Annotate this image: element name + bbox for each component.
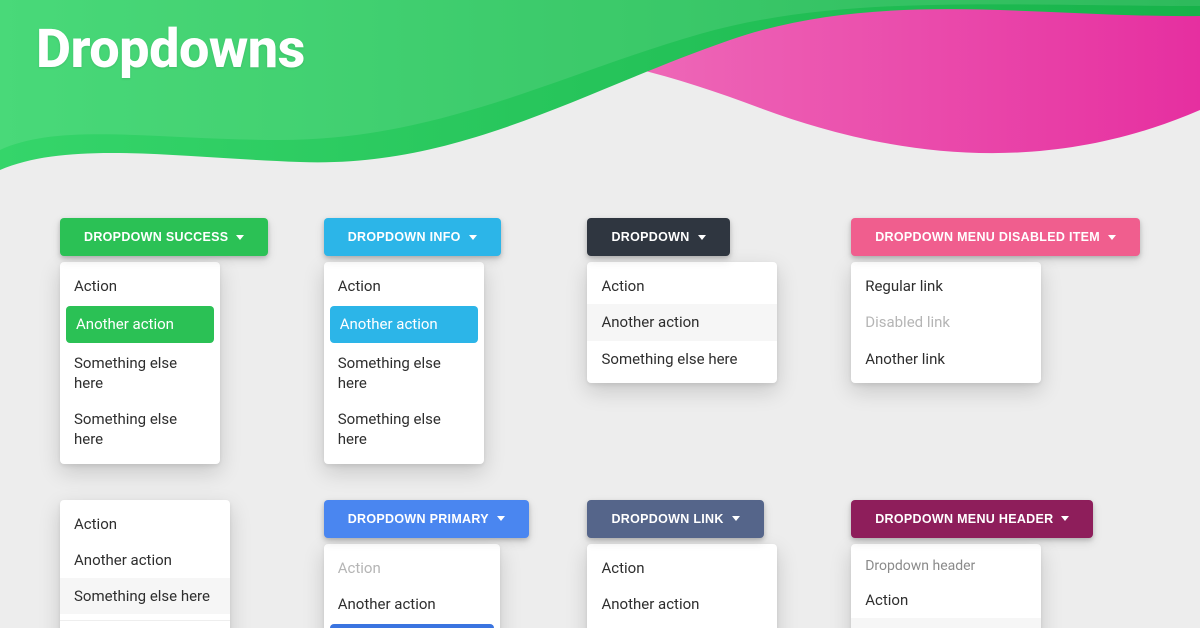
menu-item[interactable]: Something else here xyxy=(60,345,220,402)
menu-item-disabled: Action xyxy=(324,550,500,586)
dropdown-menu-header-button[interactable]: DROPDOWN MENU HEADER xyxy=(851,500,1093,538)
dropdown-success: DROPDOWN SUCCESS Action Another action S… xyxy=(60,218,292,464)
dropup: Action Another action Something else her… xyxy=(60,500,292,628)
dropdown-disabled-item-menu: Regular link Disabled link Another link xyxy=(851,262,1041,383)
dropdown-dark-menu: Action Another action Something else her… xyxy=(587,262,777,383)
menu-item[interactable]: Another link xyxy=(851,341,1041,377)
dropdown-info-button[interactable]: DROPDOWN INFO xyxy=(324,218,501,256)
dropdown-dark-label: DROPDOWN xyxy=(611,230,689,244)
caret-down-icon xyxy=(497,516,505,521)
dropdown-link-button[interactable]: DROPDOWN LINK xyxy=(587,500,763,538)
dropdown-link: DROPDOWN LINK Action Another action Some… xyxy=(587,500,819,628)
dropup-menu: Action Another action Something else her… xyxy=(60,500,230,628)
menu-item[interactable]: Another action xyxy=(587,586,777,622)
dropdown-grid: DROPDOWN SUCCESS Action Another action S… xyxy=(0,218,1200,628)
dropdown-dark: DROPDOWN Action Another action Something… xyxy=(587,218,819,464)
page-hero: Dropdowns xyxy=(0,0,1200,220)
caret-down-icon xyxy=(1061,516,1069,521)
caret-down-icon xyxy=(698,235,706,240)
menu-item[interactable]: Something else here xyxy=(60,401,220,458)
menu-item-hover[interactable]: Another action xyxy=(851,618,1041,628)
dropdown-primary-button[interactable]: DROPDOWN PRIMARY xyxy=(324,500,529,538)
caret-down-icon xyxy=(469,235,477,240)
dropdown-success-menu: Action Another action Something else her… xyxy=(60,262,220,464)
menu-item[interactable]: Action xyxy=(324,268,484,304)
caret-down-icon xyxy=(236,235,244,240)
dropdown-primary-menu: Action Another action Something else her… xyxy=(324,544,500,628)
menu-item[interactable]: Action xyxy=(587,550,777,586)
menu-item-active[interactable]: Another action xyxy=(66,306,214,342)
caret-down-icon xyxy=(1108,235,1116,240)
dropdown-info-menu: Action Another action Something else her… xyxy=(324,262,484,464)
menu-item[interactable]: Something else here xyxy=(324,345,484,402)
menu-item[interactable]: Another action xyxy=(324,586,500,622)
menu-item-active[interactable]: Another action xyxy=(330,306,478,342)
menu-item-active[interactable]: Something else here xyxy=(330,624,494,628)
menu-header: Dropdown header xyxy=(851,550,1041,582)
dropdown-link-menu: Action Another action Something else her… xyxy=(587,544,777,628)
menu-item[interactable]: Something else here xyxy=(587,341,777,377)
dropdown-primary-label: DROPDOWN PRIMARY xyxy=(348,512,489,526)
menu-item[interactable]: Action xyxy=(60,268,220,304)
caret-down-icon xyxy=(732,516,740,521)
dropdown-success-label: DROPDOWN SUCCESS xyxy=(84,230,228,244)
menu-item[interactable]: Action xyxy=(60,506,230,542)
dropdown-primary: DROPDOWN PRIMARY Action Another action S… xyxy=(324,500,556,628)
menu-item-disabled: Disabled link xyxy=(851,304,1041,340)
menu-item[interactable]: Action xyxy=(587,268,777,304)
dropdown-disabled-item-label: DROPDOWN MENU DISABLED ITEM xyxy=(875,230,1100,244)
menu-item-hover[interactable]: Another action xyxy=(587,304,777,340)
dropdown-menu-header: DROPDOWN MENU HEADER Dropdown header Act… xyxy=(851,500,1140,628)
dropdown-disabled-item-button[interactable]: DROPDOWN MENU DISABLED ITEM xyxy=(851,218,1140,256)
dropdown-info-label: DROPDOWN INFO xyxy=(348,230,461,244)
dropdown-menu-header-menu: Dropdown header Action Another action xyxy=(851,544,1041,628)
dropdown-link-label: DROPDOWN LINK xyxy=(611,512,723,526)
menu-item[interactable]: Something else here xyxy=(587,622,777,628)
dropdown-success-button[interactable]: DROPDOWN SUCCESS xyxy=(60,218,268,256)
menu-item[interactable]: Action xyxy=(851,582,1041,618)
dropdown-disabled-item: DROPDOWN MENU DISABLED ITEM Regular link… xyxy=(851,218,1140,464)
menu-item[interactable]: Something else here xyxy=(324,401,484,458)
menu-item[interactable]: Regular link xyxy=(851,268,1041,304)
dropdown-dark-button[interactable]: DROPDOWN xyxy=(587,218,729,256)
menu-divider xyxy=(60,620,230,621)
menu-item-hover[interactable]: Something else here xyxy=(60,578,230,614)
menu-item[interactable]: Another action xyxy=(60,542,230,578)
dropdown-info: DROPDOWN INFO Action Another action Some… xyxy=(324,218,556,464)
page-title: Dropdowns xyxy=(36,18,305,81)
dropdown-menu-header-label: DROPDOWN MENU HEADER xyxy=(875,512,1053,526)
